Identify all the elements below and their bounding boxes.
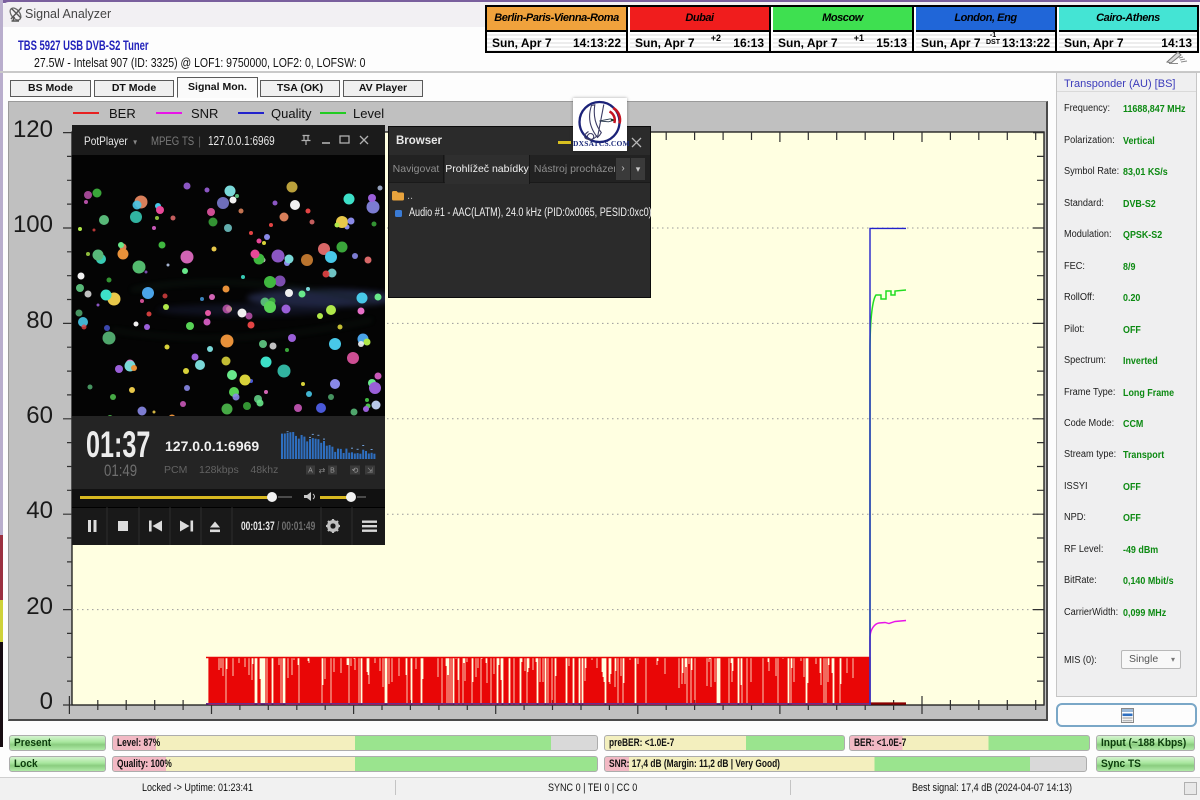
svg-text:⇲: ⇲	[367, 467, 373, 475]
svg-text:⟲: ⟲	[352, 466, 359, 475]
svg-text:B: B	[330, 468, 335, 475]
svg-text:A: A	[308, 468, 313, 475]
svg-text:⇄: ⇄	[319, 466, 326, 475]
